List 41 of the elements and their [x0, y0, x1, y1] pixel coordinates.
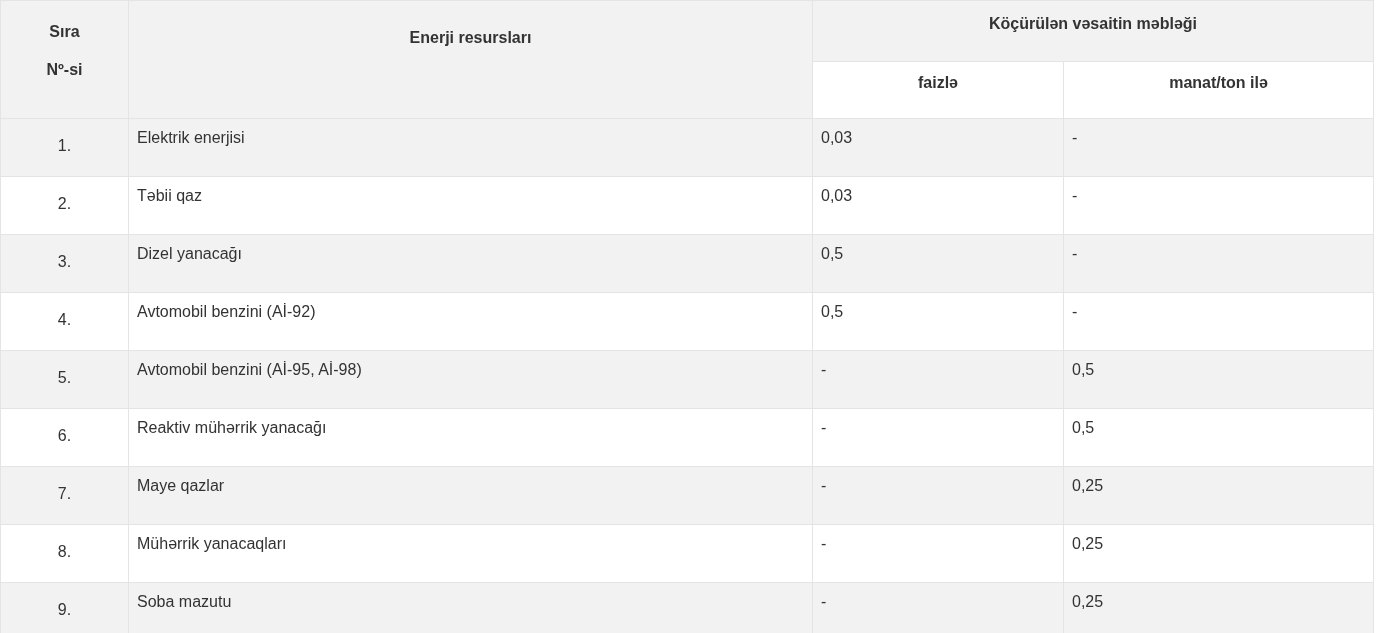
column-header: manat/ton ilə [1169, 74, 1268, 91]
resource-name: Reaktiv mühərrik yanacağı [137, 419, 327, 436]
resource-name: Təbii qaz [137, 187, 202, 204]
per-ton-value: - [1072, 187, 1078, 204]
percent-value: 0,5 [821, 303, 844, 320]
column-header: Enerji resursları [409, 29, 532, 46]
row-number: 4. [57, 311, 72, 328]
percent-value: - [821, 535, 827, 552]
per-ton-value: - [1072, 303, 1078, 320]
resource-name: Soba mazutu [137, 593, 232, 610]
per-ton-value: - [1072, 129, 1078, 146]
resource-name: Maye qazlar [137, 477, 225, 494]
row-number: 9. [57, 601, 72, 618]
row-number: 8. [57, 543, 72, 560]
per-ton-value: 0,25 [1072, 535, 1104, 552]
percent-value: - [821, 419, 827, 436]
column-header: Sıra Nº-si [46, 22, 83, 80]
resource-name: Mühərrik yanacaqları [137, 535, 287, 552]
resource-name: Elektrik enerjisi [137, 129, 245, 146]
percent-value: 0,5 [821, 245, 844, 262]
row-number: 1. [57, 137, 72, 154]
row-number: 7. [57, 485, 72, 502]
row-number: 6. [57, 427, 72, 444]
resource-name: Avtomobil benzini (Aİ-92) [137, 303, 316, 320]
percent-value: 0,03 [821, 129, 853, 146]
percent-value: 0,03 [821, 187, 853, 204]
per-ton-value: 0,5 [1072, 361, 1095, 378]
column-header: faizlə [918, 74, 958, 91]
row-number: 3. [57, 253, 72, 270]
column-header: Köçürülən vəsaitin məbləği [988, 15, 1198, 32]
per-ton-value: 0,25 [1072, 593, 1104, 610]
row-number: 2. [57, 195, 72, 212]
percent-value: - [821, 593, 827, 610]
percent-value: - [821, 361, 827, 378]
percent-value: - [821, 477, 827, 494]
resource-name: Avtomobil benzini (Aİ-95, Aİ-98) [137, 361, 362, 378]
per-ton-value: - [1072, 245, 1078, 262]
per-ton-value: 0,25 [1072, 477, 1104, 494]
row-number: 5. [57, 369, 72, 386]
per-ton-value: 0,5 [1072, 419, 1095, 436]
resource-name: Dizel yanacağı [137, 245, 242, 262]
